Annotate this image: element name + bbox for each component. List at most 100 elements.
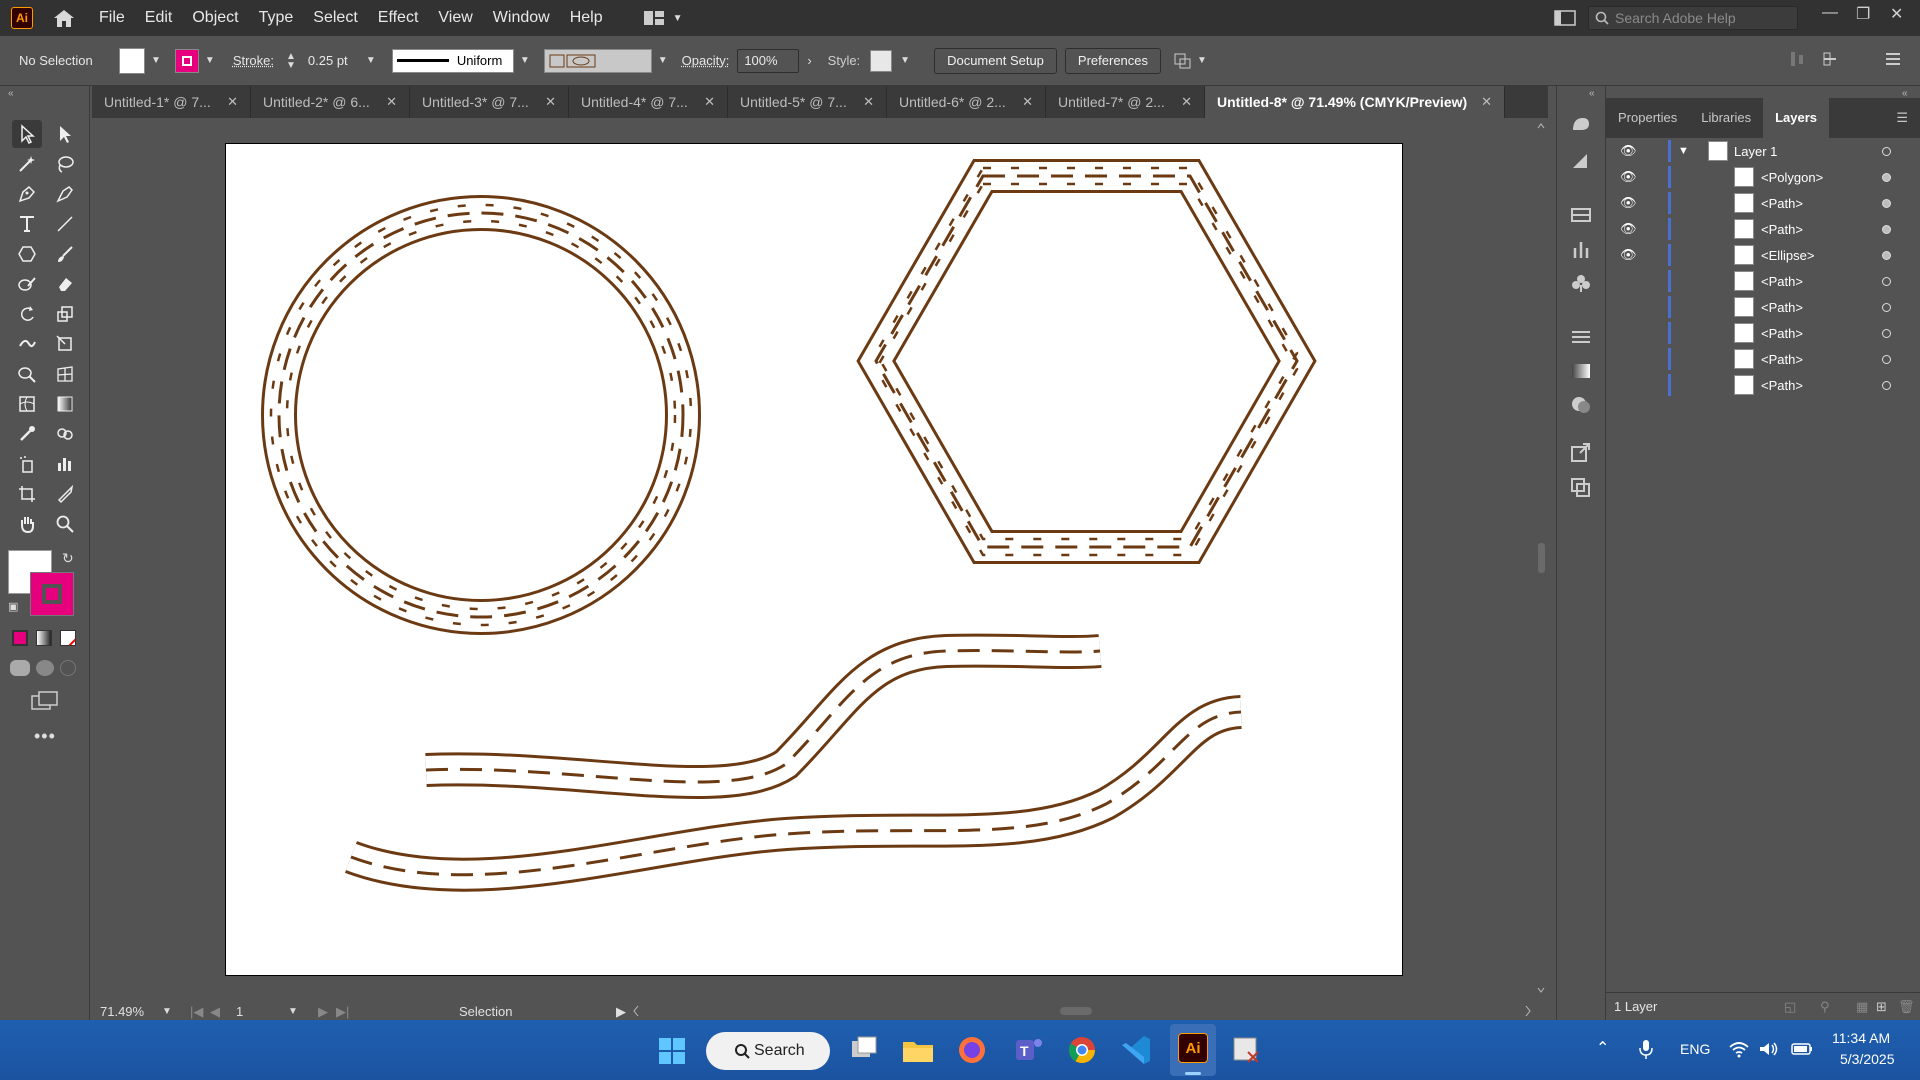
eye-icon[interactable]: 👁 bbox=[1620, 247, 1637, 263]
gradient-mode-icon[interactable] bbox=[36, 630, 52, 646]
home-icon[interactable] bbox=[51, 7, 77, 29]
tab-untitled-3[interactable]: Untitled-3* @ 7... ✕ bbox=[410, 86, 569, 118]
stroke-weight-dropdown-icon[interactable]: ▼ bbox=[366, 55, 376, 66]
eye-icon[interactable]: 👁 bbox=[1620, 143, 1637, 159]
layer-item-polygon[interactable]: 👁 <Polygon> bbox=[1606, 164, 1920, 190]
stroke-panel-icon[interactable] bbox=[1569, 326, 1593, 348]
item-name[interactable]: <Path> bbox=[1761, 222, 1803, 237]
collapse-icon[interactable]: « bbox=[1902, 88, 1908, 99]
close-icon[interactable]: ✕ bbox=[863, 94, 874, 110]
item-name[interactable]: <Path> bbox=[1761, 326, 1803, 341]
stroke-label[interactable]: Stroke: bbox=[233, 53, 274, 68]
magic-wand-icon[interactable] bbox=[12, 150, 42, 178]
menu-select[interactable]: Select bbox=[303, 0, 367, 36]
menu-object[interactable]: Object bbox=[182, 0, 248, 36]
layer-item-path[interactable]: <Path> bbox=[1606, 372, 1920, 398]
mesh-tool-icon[interactable] bbox=[12, 390, 42, 418]
symbol-sprayer-icon[interactable] bbox=[12, 450, 42, 478]
status-menu-icon[interactable]: ▶ bbox=[616, 1004, 626, 1020]
lasso-icon[interactable] bbox=[50, 150, 80, 178]
document-setup-button[interactable]: Document Setup bbox=[934, 47, 1057, 74]
item-name[interactable]: <Polygon> bbox=[1761, 170, 1823, 185]
layer-item-path[interactable]: <Path> bbox=[1606, 268, 1920, 294]
layer-row-layer-1[interactable]: 👁 ▼ Layer 1 bbox=[1606, 138, 1920, 164]
vscode-icon[interactable] bbox=[1116, 1030, 1156, 1070]
stroke-stepper[interactable]: ▲ ▼ bbox=[286, 51, 296, 70]
screen-mode-icon[interactable] bbox=[30, 690, 60, 712]
style-dropdown-icon[interactable]: ▼ bbox=[900, 55, 910, 66]
menu-help[interactable]: Help bbox=[560, 0, 613, 36]
item-name[interactable]: <Path> bbox=[1761, 300, 1803, 315]
tab-untitled-8[interactable]: Untitled-8* @ 71.49% (CMYK/Preview) ✕ bbox=[1205, 86, 1505, 118]
layer-item-path[interactable]: <Path> bbox=[1606, 294, 1920, 320]
menu-effect[interactable]: Effect bbox=[368, 0, 429, 36]
layer-item-path[interactable]: <Path> bbox=[1606, 346, 1920, 372]
symbols-icon[interactable] bbox=[1569, 272, 1593, 294]
tab-untitled-6[interactable]: Untitled-6* @ 2... ✕ bbox=[887, 86, 1046, 118]
clipping-mask-icon[interactable]: ▦ bbox=[1856, 999, 1868, 1015]
target-icon[interactable] bbox=[1882, 276, 1891, 286]
workspace-switcher[interactable]: ▼ bbox=[643, 10, 683, 26]
align-icon[interactable] bbox=[1788, 50, 1808, 68]
item-name[interactable]: <Path> bbox=[1761, 274, 1803, 289]
paintbrush-icon[interactable] bbox=[50, 240, 80, 268]
target-icon[interactable] bbox=[1882, 198, 1891, 208]
none-mode-icon[interactable] bbox=[60, 630, 76, 646]
artboard-number[interactable]: 1 bbox=[236, 1004, 243, 1019]
prev-artboard-icon[interactable]: ◀ bbox=[210, 1004, 220, 1020]
tab-properties[interactable]: Properties bbox=[1606, 98, 1689, 138]
close-icon[interactable]: ✕ bbox=[1181, 94, 1192, 110]
layer-item-path[interactable]: <Path> bbox=[1606, 320, 1920, 346]
collapse-icon[interactable]: « bbox=[8, 88, 14, 99]
stroke-weight-field[interactable]: 0.25 pt bbox=[302, 49, 362, 73]
menu-view[interactable]: View bbox=[428, 0, 482, 36]
first-artboard-icon[interactable]: |◀ bbox=[190, 1004, 203, 1020]
opacity-label[interactable]: Opacity: bbox=[682, 53, 730, 68]
slice-tool-icon[interactable] bbox=[50, 480, 80, 508]
free-transform-icon[interactable] bbox=[50, 330, 80, 358]
next-artboard-icon[interactable]: ▶ bbox=[318, 1004, 328, 1020]
opacity-field[interactable]: 100% bbox=[737, 48, 800, 73]
zoom-tool-icon[interactable] bbox=[50, 510, 80, 538]
brush-definition[interactable] bbox=[543, 48, 652, 73]
tab-untitled-2[interactable]: Untitled-2* @ 6... ✕ bbox=[251, 86, 410, 118]
chevron-down-icon[interactable]: ▼ bbox=[1678, 145, 1689, 157]
hand-tool-icon[interactable] bbox=[12, 510, 42, 538]
more-tools-icon[interactable]: ••• bbox=[34, 726, 56, 747]
chrome-icon[interactable] bbox=[1062, 1030, 1102, 1070]
draw-inside-icon[interactable] bbox=[60, 660, 76, 676]
item-name[interactable]: <Path> bbox=[1761, 378, 1803, 393]
export-icon[interactable] bbox=[1569, 442, 1593, 464]
blend-tool-icon[interactable] bbox=[50, 420, 80, 448]
target-icon[interactable] bbox=[1882, 380, 1891, 390]
type-tool-icon[interactable] bbox=[12, 210, 42, 238]
selection-tool-icon[interactable] bbox=[12, 120, 42, 148]
illustrator-taskbar-button[interactable]: Ai bbox=[1170, 1024, 1216, 1076]
last-artboard-icon[interactable]: ▶| bbox=[336, 1004, 349, 1020]
tab-untitled-5[interactable]: Untitled-5* @ 7... ✕ bbox=[728, 86, 887, 118]
search-input[interactable]: Search Adobe Help bbox=[1588, 6, 1798, 30]
direct-selection-tool-icon[interactable] bbox=[50, 120, 80, 148]
swap-colors-icon[interactable]: ↻ bbox=[62, 550, 74, 567]
brushes-icon[interactable] bbox=[1569, 238, 1593, 260]
artboard-tool-icon[interactable] bbox=[12, 480, 42, 508]
taskbar-search[interactable]: Search bbox=[706, 1032, 830, 1070]
minimize-icon[interactable]: — bbox=[1822, 4, 1838, 22]
close-icon[interactable]: ✕ bbox=[386, 94, 397, 110]
zoom-dropdown-icon[interactable]: ▼ bbox=[162, 1006, 172, 1017]
color-mode-icon[interactable] bbox=[12, 630, 28, 646]
artboard[interactable] bbox=[225, 143, 1403, 976]
close-icon[interactable]: ✕ bbox=[545, 94, 556, 110]
menu-file[interactable]: File bbox=[89, 0, 135, 36]
panel-menu-icon[interactable] bbox=[1884, 50, 1902, 68]
color-guide-icon[interactable] bbox=[1569, 150, 1593, 172]
layer-item-path[interactable]: 👁 <Path> bbox=[1606, 216, 1920, 242]
eye-icon[interactable]: 👁 bbox=[1620, 221, 1637, 237]
default-colors-icon[interactable]: ▣ bbox=[8, 600, 18, 613]
close-icon[interactable]: ✕ bbox=[704, 94, 715, 110]
column-graph-icon[interactable] bbox=[50, 450, 80, 478]
variable-width-profile[interactable]: Uniform bbox=[391, 48, 514, 73]
draw-behind-icon[interactable] bbox=[36, 660, 54, 676]
gradient-panel-icon[interactable] bbox=[1569, 360, 1593, 382]
panel-toggle-icon[interactable] bbox=[1554, 10, 1576, 26]
